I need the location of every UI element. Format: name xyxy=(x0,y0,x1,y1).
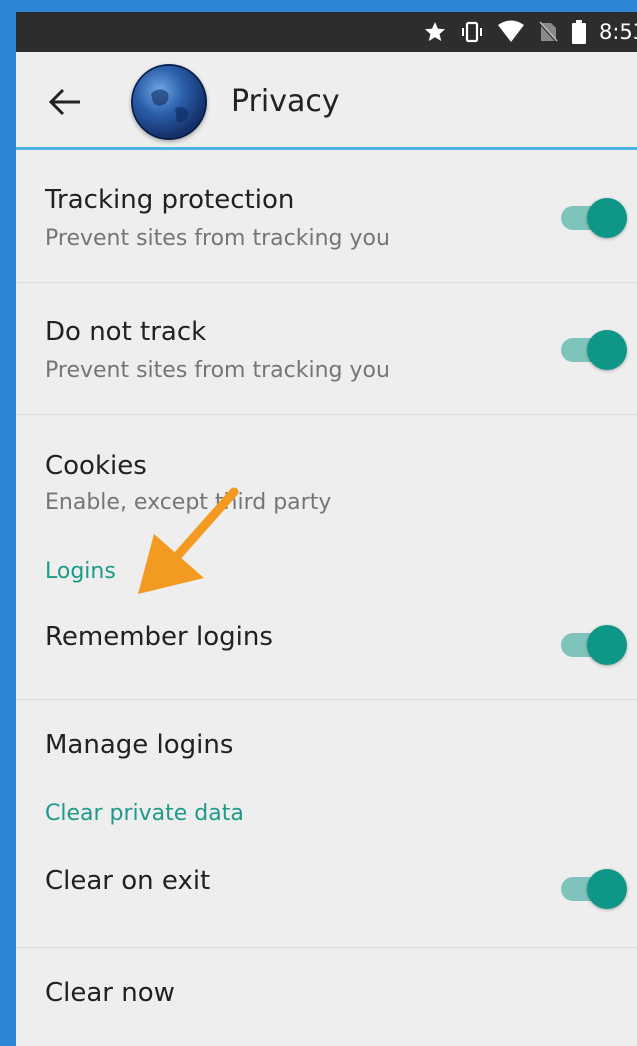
setting-clear-now[interactable]: Clear now xyxy=(16,948,637,1038)
globe-logo-icon xyxy=(131,64,207,140)
battery-icon xyxy=(572,20,586,44)
toggle-knob xyxy=(587,198,627,238)
setting-remember-logins[interactable]: Remember logins xyxy=(16,596,637,700)
star-icon xyxy=(425,22,445,41)
status-icons: 8:53 xyxy=(423,12,637,52)
settings-list: Tracking protection Prevent sites from t… xyxy=(16,150,637,1038)
setting-cookies[interactable]: Cookies Enable, except third party xyxy=(16,415,637,556)
setting-do-not-track[interactable]: Do not track Prevent sites from tracking… xyxy=(16,283,637,415)
section-header-logins: Logins xyxy=(45,559,116,584)
wifi-icon xyxy=(498,20,524,42)
back-arrow-icon[interactable] xyxy=(48,88,82,116)
screenshot-frame-left xyxy=(0,0,16,1046)
setting-subtitle: Prevent sites from tracking you xyxy=(45,358,390,383)
vibrate-icon xyxy=(462,21,482,43)
toggle-knob xyxy=(587,869,627,909)
setting-clear-on-exit[interactable]: Clear on exit xyxy=(16,844,637,948)
setting-title: Clear now xyxy=(45,978,175,1008)
setting-title: Cookies xyxy=(45,451,147,481)
setting-tracking-protection[interactable]: Tracking protection Prevent sites from t… xyxy=(16,150,637,283)
tracking-protection-toggle[interactable] xyxy=(561,196,627,240)
toggle-knob xyxy=(587,330,627,370)
app-bar: Privacy xyxy=(16,52,637,150)
section-header-clear-private-data: Clear private data xyxy=(45,801,244,826)
setting-title: Remember logins xyxy=(45,622,273,652)
screenshot-frame-top xyxy=(0,0,637,12)
setting-title: Manage logins xyxy=(45,730,234,760)
setting-title: Tracking protection xyxy=(45,185,295,215)
status-time: 8:53 xyxy=(599,20,637,44)
setting-subtitle: Prevent sites from tracking you xyxy=(45,226,390,251)
setting-title: Do not track xyxy=(45,317,207,347)
remember-logins-toggle[interactable] xyxy=(561,623,627,667)
status-bar: 8:53 xyxy=(16,12,637,52)
clear-on-exit-toggle[interactable] xyxy=(561,867,627,911)
phone-screen: 8:53 Privacy Tracking protection Prevent… xyxy=(16,12,637,1046)
no-sim-icon xyxy=(538,21,559,44)
setting-subtitle: Enable, except third party xyxy=(45,490,332,515)
page-title: Privacy xyxy=(231,84,340,119)
setting-title: Clear on exit xyxy=(45,866,211,896)
toggle-knob xyxy=(587,625,627,665)
do-not-track-toggle[interactable] xyxy=(561,328,627,372)
setting-manage-logins[interactable]: Manage logins xyxy=(16,700,637,800)
